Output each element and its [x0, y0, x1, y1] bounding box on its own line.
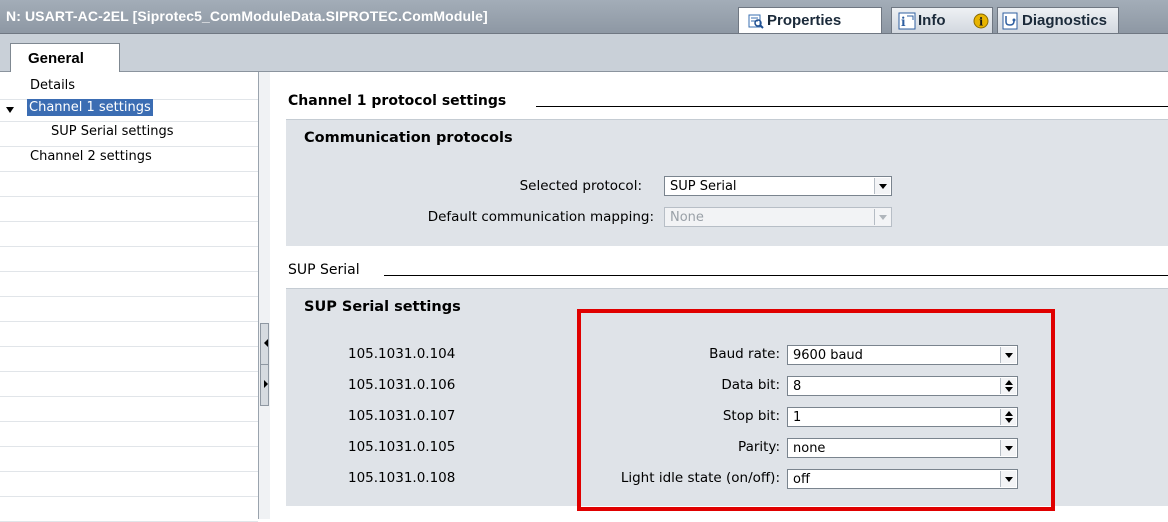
- nav-empty-row: [0, 297, 258, 322]
- title-bar: N: USART-AC-2EL [Siprotec5_ComModuleData…: [0, 0, 1168, 34]
- nav-empty-row: [0, 172, 258, 197]
- tab-general[interactable]: General: [10, 43, 120, 72]
- highlight-box: [577, 309, 1055, 511]
- properties-icon: [748, 13, 764, 33]
- section-rule: [384, 275, 1168, 276]
- info-icon: i: [898, 12, 916, 34]
- channel-section-title: Channel 1 protocol settings: [288, 93, 507, 109]
- nav-empty-row: [0, 472, 258, 497]
- selected-protocol-dropdown[interactable]: SUP Serial: [664, 176, 892, 196]
- tab-info[interactable]: i Info i: [891, 7, 993, 33]
- nav-empty-row: [0, 497, 258, 522]
- nav-empty-row: [0, 397, 258, 422]
- nav-empty-row: [0, 247, 258, 272]
- nav-empty-row: [0, 372, 258, 397]
- window-title: N: USART-AC-2EL [Siprotec5_ComModuleData…: [6, 8, 488, 24]
- nav-empty-row: [0, 422, 258, 447]
- parameter-id: 105.1031.0.104: [348, 346, 456, 362]
- navigation-tree: Details Channel 1 settings SUP Serial se…: [0, 72, 258, 522]
- section-heading: Channel 1 protocol settings: [288, 93, 506, 109]
- parameter-id: 105.1031.0.108: [348, 470, 456, 486]
- nav-empty-row: [0, 222, 258, 247]
- selected-protocol-label: Selected protocol:: [519, 178, 642, 194]
- nav-empty-row: [0, 322, 258, 347]
- nav-empty-row: [0, 197, 258, 222]
- section-rule: [536, 106, 1168, 107]
- tab-info-label: Info: [918, 12, 946, 29]
- dropdown-arrow-icon[interactable]: [874, 178, 890, 194]
- tab-general-label: General: [28, 50, 84, 67]
- tab-properties-label: Properties: [767, 12, 842, 29]
- expand-triangle-icon[interactable]: [6, 107, 14, 113]
- nav-item-channel-2-settings[interactable]: Channel 2 settings: [0, 147, 258, 172]
- collapse-left-handle[interactable]: [260, 323, 269, 365]
- tab-properties[interactable]: Properties: [738, 7, 882, 33]
- nav-item-label: Channel 2 settings: [30, 149, 152, 164]
- parameter-id: 105.1031.0.107: [348, 408, 456, 424]
- panel-title: Communication protocols: [304, 130, 513, 146]
- nav-empty-row: [0, 272, 258, 297]
- default-mapping-label: Default communication mapping:: [427, 209, 654, 225]
- arrow-left-icon: [264, 339, 268, 347]
- nav-item-label: Channel 1 settings: [27, 99, 153, 116]
- arrow-right-icon: [264, 380, 268, 388]
- sup-section-title: SUP Serial: [288, 262, 360, 278]
- diagnostics-icon: [1002, 12, 1018, 34]
- default-mapping-value: None: [670, 210, 704, 225]
- nav-item-channel-1-settings[interactable]: Channel 1 settings: [0, 97, 258, 122]
- selected-protocol-value: SUP Serial: [670, 179, 737, 194]
- nav-item-label: Details: [30, 78, 76, 93]
- svg-text:i: i: [979, 16, 983, 29]
- nav-item-label: SUP Serial settings: [51, 124, 174, 139]
- expand-right-handle[interactable]: [260, 364, 269, 406]
- panel-title: SUP Serial settings: [304, 299, 461, 315]
- tab-diagnostics[interactable]: Diagnostics: [997, 7, 1119, 33]
- nav-item-sup-serial-settings[interactable]: SUP Serial settings: [0, 122, 258, 147]
- parameter-id: 105.1031.0.106: [348, 377, 456, 393]
- nav-empty-row: [0, 347, 258, 372]
- svg-text:i: i: [901, 15, 906, 29]
- nav-empty-row: [0, 447, 258, 472]
- tab-strip: General: [0, 34, 1168, 72]
- section-heading: SUP Serial: [288, 262, 360, 278]
- tab-diagnostics-label: Diagnostics: [1022, 12, 1108, 29]
- dropdown-arrow-icon: [874, 209, 890, 225]
- panel-splitter[interactable]: [258, 72, 270, 519]
- communication-protocols-panel: Communication protocols Selected protoco…: [286, 119, 1168, 246]
- parameter-id: 105.1031.0.105: [348, 439, 456, 455]
- default-mapping-dropdown: None: [664, 207, 892, 227]
- info-badge-icon: i: [973, 13, 989, 33]
